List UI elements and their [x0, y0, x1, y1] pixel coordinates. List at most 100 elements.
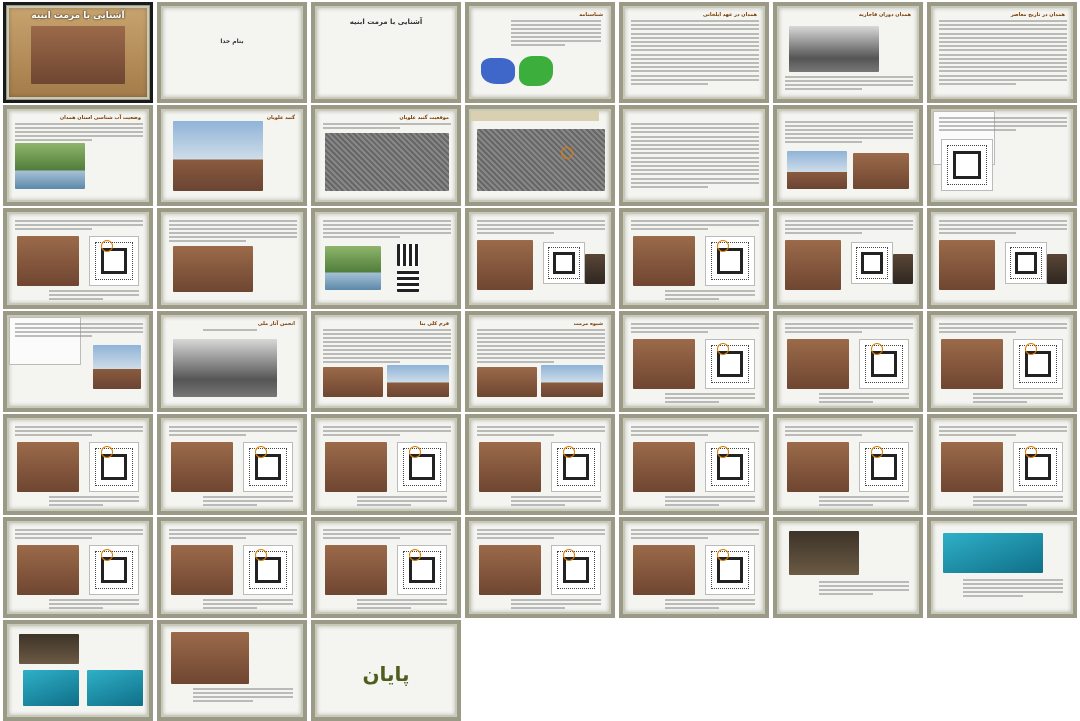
text-line	[939, 129, 1016, 131]
slide-thumbnail-37[interactable]	[157, 517, 307, 618]
highlight-circle	[871, 446, 883, 458]
slide-thumbnail-16[interactable]	[157, 208, 307, 309]
building-photo	[941, 442, 1003, 492]
slide-thumbnail-29[interactable]	[3, 414, 153, 515]
text-line	[631, 32, 759, 35]
text-line	[193, 696, 293, 698]
slide-thumbnail-10[interactable]: موقعیت گنبد علویان	[311, 105, 461, 206]
text-line	[939, 228, 1067, 230]
text-line	[477, 232, 554, 234]
slide-thumbnail-41[interactable]	[773, 517, 923, 618]
slide-thumbnail-6[interactable]: همدان دوران قاجاریه	[773, 2, 923, 103]
slide-thumbnail-11[interactable]	[465, 105, 615, 206]
slide-thumbnail-36[interactable]	[3, 517, 153, 618]
slide-thumbnail-2[interactable]: بنام خدا	[157, 2, 307, 103]
slide-thumbnail-14[interactable]	[927, 105, 1077, 206]
text-line	[819, 496, 909, 498]
slide-thumbnail-34[interactable]	[773, 414, 923, 515]
text-line	[631, 53, 759, 56]
text-line	[203, 599, 293, 601]
text-line	[939, 36, 1067, 39]
text-line	[785, 121, 913, 123]
text-line	[323, 127, 400, 129]
text-line	[323, 426, 451, 428]
slide-thumbnail-33[interactable]	[619, 414, 769, 515]
text-line	[631, 224, 759, 226]
building-photo	[477, 367, 537, 397]
slide-thumbnail-39[interactable]	[465, 517, 615, 618]
text-line	[357, 496, 447, 498]
text-line	[939, 74, 1067, 77]
slide-thumbnail-13[interactable]	[773, 105, 923, 206]
plan-drawing	[1013, 339, 1063, 389]
text-line	[15, 139, 92, 141]
slide-thumbnail-15[interactable]	[3, 208, 153, 309]
highlight-circle	[409, 446, 421, 458]
text-line	[511, 44, 565, 46]
text-line	[15, 135, 143, 137]
text-line	[963, 583, 1063, 585]
text-line	[785, 430, 913, 432]
slide-thumbnail-27[interactable]	[773, 311, 923, 412]
text-line	[631, 24, 759, 27]
highlight-circle	[717, 549, 729, 561]
building-photo	[173, 121, 263, 191]
slide-canvas: پایان	[315, 624, 457, 717]
slide-thumbnail-45[interactable]: پایان	[311, 620, 461, 721]
text-line	[49, 496, 139, 498]
slide-canvas	[7, 418, 149, 511]
text-line	[193, 688, 293, 690]
slide-thumbnail-19[interactable]	[619, 208, 769, 309]
slide-thumbnail-32[interactable]	[465, 414, 615, 515]
text-line	[477, 349, 605, 351]
slide-title: همدان دوران قاجاریه	[858, 12, 911, 18]
plan-drawing	[705, 339, 755, 389]
text-line	[785, 426, 913, 428]
slide-thumbnail-40[interactable]	[619, 517, 769, 618]
slide-thumbnail-26[interactable]	[619, 311, 769, 412]
plan-drawing	[551, 442, 601, 492]
slide-thumbnail-22[interactable]	[3, 311, 153, 412]
text-line	[15, 533, 143, 535]
slide-thumbnail-44[interactable]	[157, 620, 307, 721]
text-line	[49, 298, 103, 300]
slide-thumbnail-12[interactable]	[619, 105, 769, 206]
historic-photo	[173, 339, 277, 397]
slide-thumbnail-18[interactable]	[465, 208, 615, 309]
slide-thumbnail-1[interactable]: آشنایی با مرمت ابنیه	[3, 2, 153, 103]
slide-thumbnail-7[interactable]: همدان در تاریخ معاصر	[927, 2, 1077, 103]
slide-thumbnail-25[interactable]: شیوه مرمت	[465, 311, 615, 412]
text-line	[631, 177, 759, 180]
plan-drawing	[89, 545, 139, 595]
slide-thumbnail-20[interactable]	[773, 208, 923, 309]
text-line	[49, 294, 139, 296]
slide-thumbnail-42[interactable]	[927, 517, 1077, 618]
slide-thumbnail-17[interactable]	[311, 208, 461, 309]
slide-thumbnail-24[interactable]: فرم کلی بنا	[311, 311, 461, 412]
slide-thumbnail-4[interactable]: شناسنامه	[465, 2, 615, 103]
slide-thumbnail-5[interactable]: همدان در عهد ایلخانی	[619, 2, 769, 103]
text-line	[15, 123, 143, 125]
text-line	[477, 341, 605, 343]
slide-thumbnail-43[interactable]	[3, 620, 153, 721]
text-line	[49, 290, 139, 292]
building-photo	[633, 339, 695, 389]
slide-canvas	[315, 212, 457, 305]
text-line	[631, 66, 759, 69]
slide-thumbnail-9[interactable]: گنبد علویان	[157, 105, 307, 206]
text-line	[665, 603, 755, 605]
slide-thumbnail-30[interactable]	[157, 414, 307, 515]
slide-thumbnail-8[interactable]: وضعیت آب شناسی استان همدان	[3, 105, 153, 206]
text-line	[323, 228, 451, 230]
slide-thumbnail-35[interactable]	[927, 414, 1077, 515]
plan-drawing	[705, 442, 755, 492]
slide-thumbnail-23[interactable]: انجمن آثار ملی	[157, 311, 307, 412]
text-line	[939, 434, 1016, 436]
slide-thumbnail-38[interactable]	[311, 517, 461, 618]
slide-thumbnail-3[interactable]: آشنایی با مرمت ابنیه	[311, 2, 461, 103]
text-line	[819, 581, 909, 583]
slide-canvas	[777, 212, 919, 305]
slide-thumbnail-31[interactable]	[311, 414, 461, 515]
slide-thumbnail-28[interactable]	[927, 311, 1077, 412]
slide-thumbnail-21[interactable]	[927, 208, 1077, 309]
